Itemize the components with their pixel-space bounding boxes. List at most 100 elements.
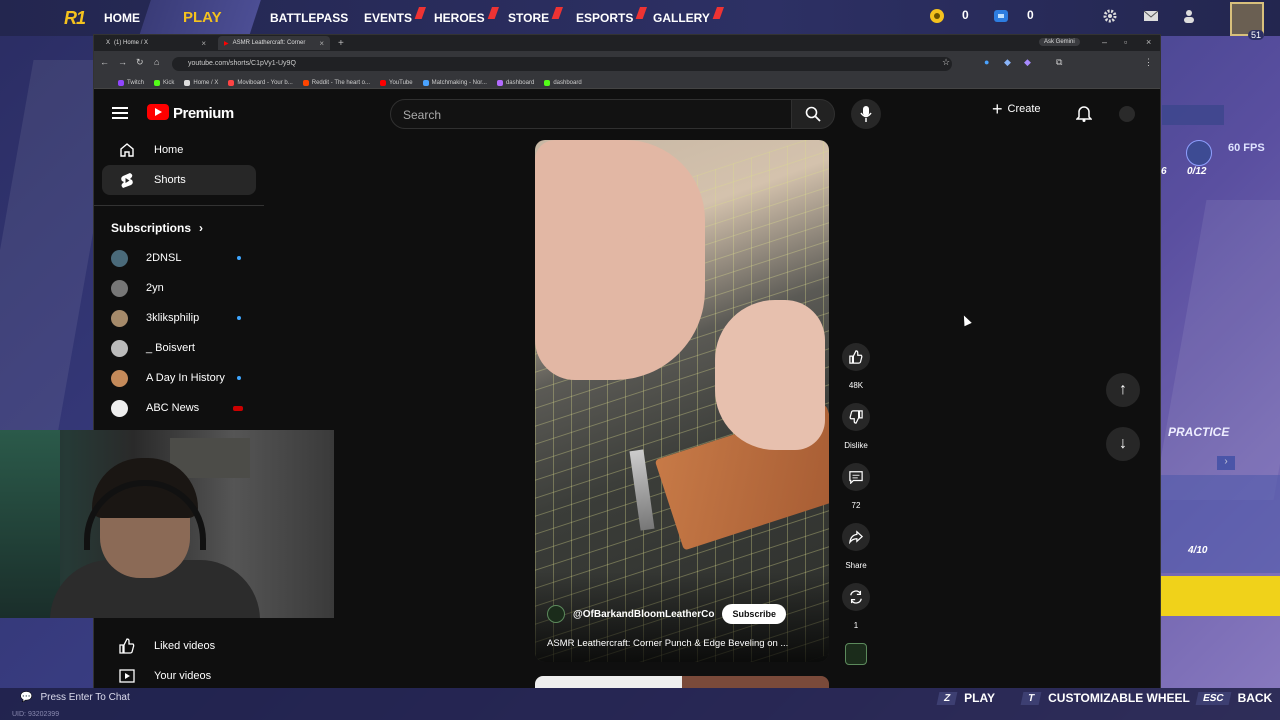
bookmark-youtube[interactable]: YouTube — [380, 79, 413, 86]
share-icon[interactable] — [842, 523, 870, 551]
ask-gemini-button[interactable]: Ask Gemini — [1039, 38, 1080, 46]
nav-home[interactable]: HOME — [104, 0, 140, 36]
subscription-item[interactable]: A Day In History — [94, 363, 264, 393]
practice-label[interactable]: PRACTICE — [1168, 425, 1229, 439]
subscription-item[interactable]: 3kliksphilip — [94, 303, 264, 333]
channel-name[interactable]: @OfBarkandBloomLeatherCo — [573, 609, 714, 620]
mail-icon[interactable] — [1143, 8, 1159, 28]
minimize-icon[interactable]: – — [1102, 37, 1107, 47]
subscriptions-header[interactable]: Subscriptions › — [94, 207, 264, 243]
window-close-icon[interactable]: × — [1146, 37, 1151, 47]
home-icon[interactable]: ⌂ — [154, 57, 159, 67]
chevron-right-icon[interactable]: › — [1217, 456, 1235, 470]
subscription-item[interactable]: _ Boisvert — [94, 333, 264, 363]
address-bar-row: ← → ↻ ⌂ youtube.com/shorts/C1pVy1-Uy9Q ☆… — [94, 51, 1160, 77]
short-video-player[interactable]: @OfBarkandBloomLeatherCo Subscribe ASMR … — [535, 140, 829, 662]
url-field[interactable]: youtube.com/shorts/C1pVy1-Uy9Q — [172, 57, 952, 71]
browser-tab-youtube[interactable]: ▶ ASMR Leathercraft: Corner × — [218, 36, 330, 50]
settings-gear-icon[interactable] — [1102, 8, 1118, 28]
forward-icon[interactable]: → — [118, 57, 127, 67]
player-level: 51 — [1247, 30, 1264, 40]
friends-icon[interactable] — [1181, 8, 1197, 28]
chat-prompt[interactable]: 💬 Press Enter To Chat — [20, 692, 130, 703]
search-input[interactable]: Search — [390, 99, 792, 129]
channel-thumbnail[interactable] — [845, 643, 867, 665]
moviboard-icon — [228, 79, 235, 86]
close-icon[interactable]: × — [319, 39, 324, 48]
extension-icon[interactable]: ◆ — [1004, 57, 1011, 68]
previous-short-button[interactable]: ↑ — [1106, 373, 1140, 407]
next-short-preview[interactable] — [535, 676, 829, 688]
nav-play[interactable]: PLAY — [183, 9, 222, 26]
short-title[interactable]: ASMR Leathercraft: Corner Punch & Edge B… — [547, 638, 817, 649]
hint-wheel[interactable]: T CUSTOMIZABLE WHEEL — [1020, 691, 1190, 705]
notifications-bell-icon[interactable] — [1075, 104, 1093, 127]
nav-store[interactable]: STORE — [508, 0, 564, 36]
extensions-puzzle-icon[interactable]: ⧉ — [1056, 57, 1062, 68]
menu-icon[interactable] — [112, 107, 128, 119]
youtube-logo-icon[interactable] — [147, 104, 169, 120]
player-avatar[interactable]: 51 — [1230, 2, 1264, 40]
back-icon[interactable]: ← — [100, 57, 109, 67]
nav-battlepass[interactable]: BATTLEPASS — [270, 0, 348, 36]
new-tab-button[interactable]: + — [338, 38, 344, 49]
nav-esports[interactable]: ESPORTS — [576, 0, 648, 36]
subscription-item[interactable]: ABC News — [94, 393, 264, 423]
remix-icon[interactable] — [842, 583, 870, 611]
bookmark-dashboard[interactable]: dashboard — [496, 79, 534, 86]
dashboard-icon — [544, 79, 551, 86]
practice-card[interactable] — [1161, 475, 1280, 573]
yellow-banner[interactable] — [1161, 576, 1280, 616]
dislike-action[interactable]: Dislike — [839, 403, 873, 453]
nav-gallery[interactable]: GALLERY — [653, 0, 724, 36]
sidebar-item-shorts[interactable]: Shorts — [102, 165, 256, 195]
like-action[interactable]: 48K — [839, 343, 873, 393]
network-widget — [1162, 105, 1224, 125]
remix-action[interactable]: 1 — [839, 583, 873, 633]
nav-heroes[interactable]: HEROES — [434, 0, 499, 36]
thumbs-down-icon[interactable] — [842, 403, 870, 431]
voice-search-button[interactable] — [851, 99, 881, 129]
trophy-icon — [1186, 140, 1212, 166]
maximize-icon[interactable]: ▫ — [1124, 37, 1127, 47]
bookmark-reddit[interactable]: Reddit - The heart o... — [302, 79, 370, 86]
nav-events[interactable]: EVENTS — [364, 0, 427, 36]
x-icon: X — [106, 40, 111, 46]
browser-tab-x[interactable]: X (1) Home / X × — [100, 36, 212, 50]
bookmark-twitch[interactable]: Twitch — [118, 79, 144, 86]
comments-action[interactable]: 72 — [839, 463, 873, 513]
hint-play[interactable]: Z PLAY — [936, 691, 995, 705]
hint-back[interactable]: ESC BACK — [1195, 691, 1272, 705]
bookmark-kick[interactable]: Kick — [154, 79, 174, 86]
subscribe-button[interactable]: Subscribe — [722, 604, 786, 624]
bookmark-matchmaking[interactable]: Matchmaking - Nor... — [422, 79, 487, 86]
subscription-item[interactable]: 2DNSL — [94, 243, 264, 273]
bookmark-x[interactable]: Home / X — [184, 79, 218, 86]
sidebar-item-your-videos[interactable]: Your videos — [102, 661, 256, 691]
menu-dots-icon[interactable]: ⋮ — [1144, 57, 1153, 68]
bookmark-moviboard[interactable]: Moviboard - Your b... — [228, 79, 293, 86]
create-button[interactable]: + Create — [992, 100, 1041, 118]
short-actions: 48K Dislike 72 Share 1 — [839, 343, 873, 665]
search-button[interactable] — [791, 99, 835, 129]
thumbs-up-icon[interactable] — [842, 343, 870, 371]
thumbs-up-icon — [119, 638, 135, 654]
sidebar-item-liked[interactable]: Liked videos — [102, 631, 256, 661]
trophy-count: 0/12 — [1187, 166, 1207, 177]
account-avatar[interactable] — [1119, 106, 1135, 122]
bookmark-star-icon[interactable]: ☆ — [942, 57, 950, 68]
youtube-premium-logo[interactable]: Premium — [173, 105, 234, 122]
next-short-button[interactable]: ↓ — [1106, 427, 1140, 461]
share-action[interactable]: Share — [839, 523, 873, 573]
comment-icon[interactable] — [842, 463, 870, 491]
remix-count: 1 — [853, 621, 859, 630]
extension-icon[interactable]: ◆ — [1024, 57, 1031, 68]
reload-icon[interactable]: ↻ — [136, 57, 144, 68]
bookmark-dashboard[interactable]: dashboard — [544, 79, 582, 86]
sidebar-item-home[interactable]: Home — [102, 135, 256, 165]
channel-avatar[interactable] — [547, 605, 565, 623]
close-icon[interactable]: × — [201, 39, 206, 48]
subscription-item[interactable]: 2yn — [94, 273, 264, 303]
extension-icon[interactable]: ● — [984, 57, 989, 67]
game-logo: R1 — [64, 8, 86, 28]
